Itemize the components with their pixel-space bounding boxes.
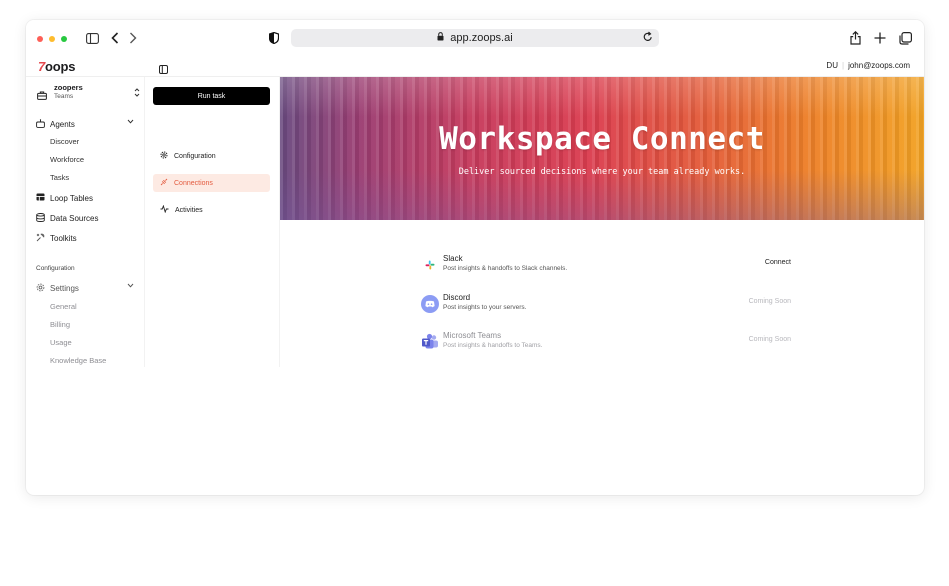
teams-coming-soon-label: Coming Soon [748, 336, 791, 343]
banner-subtitle: Deliver sourced decisions where your tea… [458, 167, 746, 177]
shield-icon[interactable] [267, 29, 281, 47]
activity-pulse-icon [160, 204, 169, 215]
minimize-window-button[interactable] [49, 36, 55, 42]
sidebar-item-general[interactable]: General [50, 302, 77, 311]
gear-icon [36, 283, 45, 294]
sidebar-item-knowledge-base[interactable]: Knowledge Base [50, 356, 106, 365]
sidebar-item-loop-tables[interactable]: Loop Tables [36, 193, 93, 203]
sidebar-item-settings[interactable]: Settings [36, 283, 79, 294]
maximize-window-button[interactable] [61, 36, 67, 42]
teams-icon [421, 333, 439, 351]
browser-toolbar: app.zoops.ai [26, 20, 924, 56]
browser-window: app.zoops.ai 7oops DU | john@zoops.com z… [26, 20, 924, 495]
banner-fade [280, 77, 924, 117]
tab-label: Configuration [174, 152, 216, 160]
sidebar-item-usage[interactable]: Usage [50, 338, 72, 347]
user-initials: DU [826, 61, 838, 70]
sidebar-item-label: Agents [50, 120, 75, 129]
configuration-section-label: Configuration [36, 265, 75, 272]
integration-name: Discord [443, 293, 471, 302]
bot-icon [36, 119, 45, 130]
address-bar[interactable]: app.zoops.ai [291, 29, 659, 47]
slack-icon [421, 256, 439, 274]
tab-label: Activities [175, 206, 203, 214]
zoops-logo[interactable]: 7oops [38, 59, 75, 74]
discord-coming-soon-label: Coming Soon [748, 298, 791, 305]
chevron-up-down-icon [134, 88, 140, 99]
tab-configuration[interactable]: Configuration [153, 147, 270, 165]
tab-activities[interactable]: Activities [153, 201, 270, 219]
sidebar-item-discover[interactable]: Discover [50, 137, 79, 146]
connect-slack-button[interactable]: Connect [765, 259, 791, 266]
sidebar-item-label: Data Sources [50, 214, 99, 223]
integration-description: Post insights & handoffs to Slack channe… [443, 265, 568, 272]
sidebar-item-workforce[interactable]: Workforce [50, 155, 84, 164]
divider: | [841, 61, 845, 70]
integration-row-discord: Discord Post insights to your servers. C… [421, 293, 791, 317]
user-menu[interactable]: DU | john@zoops.com [826, 61, 910, 70]
sidebar-item-billing[interactable]: Billing [50, 320, 70, 329]
new-tab-plus-icon[interactable] [873, 29, 887, 47]
sidebar-item-label: Toolkits [50, 234, 77, 243]
close-window-button[interactable] [37, 36, 43, 42]
integration-description: Post insights to your servers. [443, 304, 527, 311]
banner-title: Workspace Connect [439, 121, 765, 157]
database-icon [36, 213, 45, 224]
sidebar-item-tasks[interactable]: Tasks [50, 173, 69, 182]
tabs-overview-icon[interactable] [898, 29, 912, 47]
table-icon [36, 193, 45, 203]
main-content: Workspace Connect Deliver sourced decisi… [280, 77, 924, 377]
user-email: john@zoops.com [848, 61, 910, 70]
sidebar-item-data-sources[interactable]: Data Sources [36, 213, 98, 224]
workspace-connect-banner: Workspace Connect Deliver sourced decisi… [280, 77, 924, 220]
url-text: app.zoops.ai [450, 32, 513, 44]
team-switcher[interactable]: zoopers Teams [36, 83, 140, 105]
toolkit-icon [36, 233, 45, 244]
sidebar-item-agents[interactable]: Agents [36, 119, 75, 130]
team-subtitle: Teams [54, 93, 74, 100]
lock-icon [437, 32, 444, 44]
sidebar-panel-icon[interactable] [84, 29, 100, 47]
discord-icon [421, 295, 439, 313]
team-name: zoopers [54, 83, 83, 92]
chevron-down-icon[interactable] [127, 119, 134, 126]
app-header: 7oops DU | john@zoops.com [26, 56, 924, 77]
tab-label: Connections [174, 179, 213, 187]
integration-name: Slack [443, 254, 463, 263]
integration-row-microsoft-teams: Microsoft Teams Post insights & handoffs… [421, 331, 791, 355]
tab-connections[interactable]: Connections [153, 174, 270, 192]
back-arrow-icon[interactable] [108, 29, 122, 47]
integration-name: Microsoft Teams [443, 331, 502, 340]
integration-row-slack: Slack Post insights & handoffs to Slack … [421, 254, 791, 278]
integration-description: Post insights & handoffs to Teams. [443, 342, 543, 349]
sidebar: zoopers Teams Agents Discover Workforce … [26, 77, 145, 367]
reload-icon[interactable] [643, 31, 653, 45]
sidebar-item-toolkits[interactable]: Toolkits [36, 233, 77, 244]
briefcase-icon [37, 87, 47, 105]
chevron-down-icon[interactable] [127, 283, 134, 290]
sidebar-item-label: Settings [50, 284, 79, 293]
forward-arrow-icon[interactable] [126, 29, 140, 47]
sidebar-item-label: Loop Tables [50, 193, 93, 203]
settings-gear-icon [160, 151, 168, 161]
agent-panel: Run task Configuration Connections Activ… [145, 77, 280, 367]
plug-icon [160, 178, 168, 188]
share-icon[interactable] [848, 29, 862, 47]
run-task-button[interactable]: Run task [153, 87, 270, 105]
